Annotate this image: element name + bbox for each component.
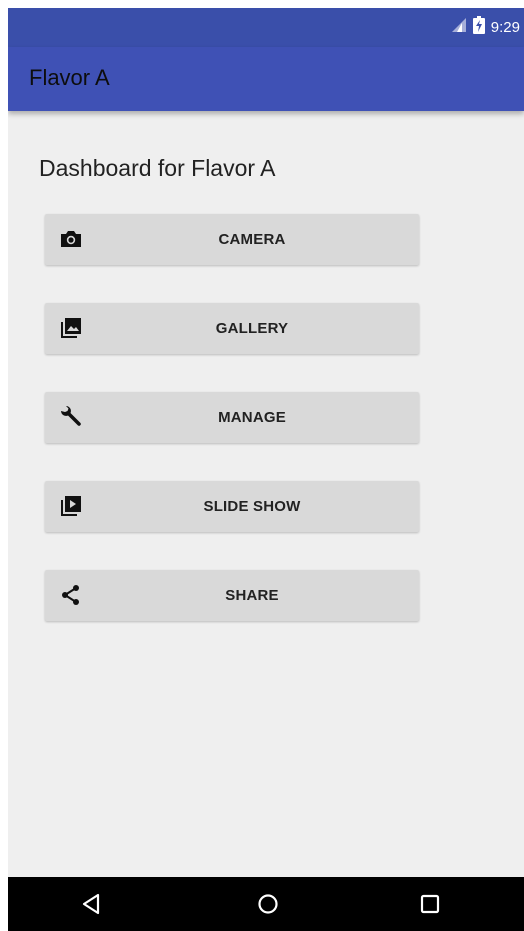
battery-icon — [472, 15, 485, 39]
wrench-icon — [59, 405, 83, 429]
dashboard-title: Dashboard for Flavor A — [39, 155, 276, 181]
home-icon[interactable] — [256, 892, 280, 916]
navigation-bar — [8, 877, 524, 931]
gallery-icon — [59, 316, 83, 340]
slideshow-icon — [59, 494, 83, 518]
status-time: 9:29 — [490, 18, 520, 36]
camera-button[interactable]: CAMERA — [45, 214, 419, 265]
phone-screen: 9:29 Flavor A Dashboard for Flavor A CAM… — [8, 8, 524, 931]
toolbar-title: Flavor A — [29, 65, 110, 90]
manage-button-label: MANAGE — [218, 409, 286, 426]
app-toolbar: Flavor A — [8, 47, 524, 111]
status-icons: 9:29 — [451, 15, 520, 39]
camera-button-label: CAMERA — [218, 231, 286, 248]
back-icon[interactable] — [80, 892, 104, 916]
gallery-button-label: GALLERY — [215, 320, 289, 337]
signal-icon — [451, 17, 467, 38]
gallery-button[interactable]: GALLERY — [45, 303, 419, 354]
share-button-label: SHARE — [225, 587, 279, 604]
share-icon — [59, 583, 83, 607]
recents-icon[interactable] — [418, 892, 442, 916]
main-content: Dashboard for Flavor A CAMERA GALLERY MA… — [8, 111, 524, 877]
share-button[interactable]: SHARE — [45, 570, 419, 621]
slideshow-button[interactable]: SLIDE SHOW — [45, 481, 419, 532]
camera-icon — [59, 227, 83, 251]
status-bar: 9:29 — [8, 8, 524, 47]
manage-button[interactable]: MANAGE — [45, 392, 419, 443]
slideshow-button-label: SLIDE SHOW — [203, 498, 301, 515]
